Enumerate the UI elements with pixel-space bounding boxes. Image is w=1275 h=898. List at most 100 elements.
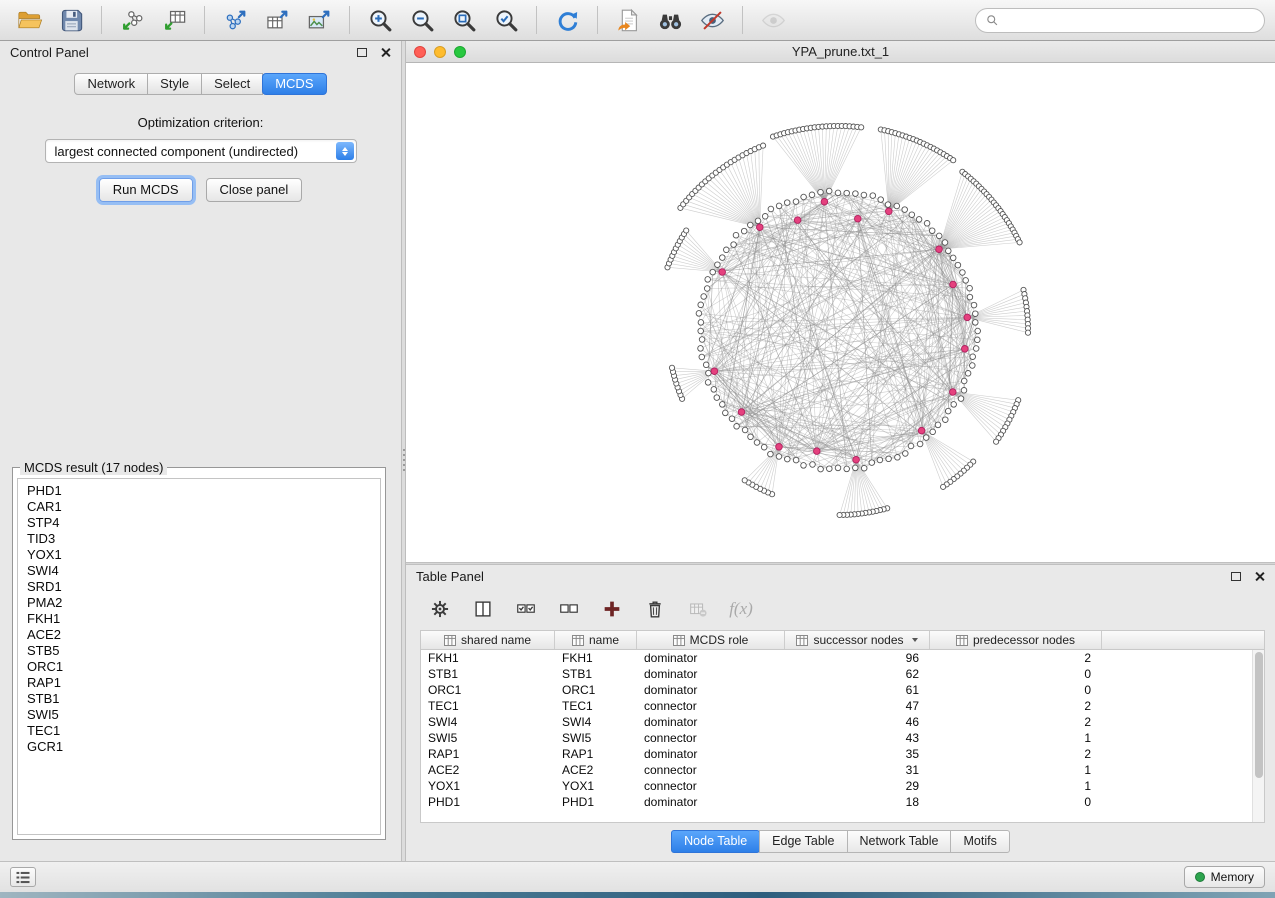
network-hub-node[interactable] [719,269,726,276]
mcds-result-item[interactable]: TID3 [27,531,380,547]
network-node[interactable] [715,262,721,268]
network-node[interactable] [894,203,900,209]
network-node[interactable] [731,242,737,248]
network-node[interactable] [877,457,883,463]
network-node[interactable] [951,402,957,408]
network-node[interactable] [768,206,774,212]
network-node[interactable] [942,240,948,246]
network-node[interactable] [844,190,850,196]
scrollbar-thumb[interactable] [1255,652,1263,778]
network-node[interactable] [793,457,799,463]
tab-motifs[interactable]: Motifs [950,830,1009,853]
network-node[interactable] [963,278,969,284]
network-node[interactable] [776,454,782,460]
table-row[interactable]: ACE2ACE2connector311 [421,762,1264,778]
network-node[interactable] [741,228,747,234]
network-node[interactable] [704,286,710,292]
network-node[interactable] [951,158,956,163]
export-web-page-button[interactable] [609,4,647,36]
deselect-all-checks-button[interactable] [556,596,582,622]
network-hub-node[interactable] [936,246,943,253]
network-window-titlebar[interactable]: YPA_prune.txt_1 [406,41,1275,63]
network-node[interactable] [734,424,740,430]
network-node[interactable] [761,444,767,450]
network-node[interactable] [826,188,832,194]
network-node[interactable] [776,203,782,209]
network-node[interactable] [895,455,901,461]
network-node[interactable] [936,233,942,239]
column-header-shared-name[interactable]: shared name [421,631,555,649]
network-node[interactable] [975,337,981,343]
search-input[interactable] [1005,13,1255,28]
table-row[interactable]: YOX1YOX1connector291 [421,778,1264,794]
network-node[interactable] [684,228,689,233]
close-panel-button[interactable]: Close panel [206,178,303,202]
table-row[interactable]: PHD1PHD1dominator180 [421,794,1264,810]
network-node[interactable] [801,463,807,469]
table-row[interactable]: SWI5SWI5connector431 [421,730,1264,746]
mcds-result-item[interactable]: ACE2 [27,627,380,643]
network-hub-node[interactable] [950,389,957,396]
mcds-result-item[interactable]: RAP1 [27,675,380,691]
network-node[interactable] [853,191,859,197]
tab-select[interactable]: Select [201,73,263,95]
network-hub-node[interactable] [853,456,860,463]
search-find-button[interactable] [651,4,689,36]
network-node[interactable] [1025,330,1030,335]
network-node[interactable] [916,217,922,223]
network-node[interactable] [742,427,748,433]
network-node[interactable] [703,362,709,368]
network-node[interactable] [761,143,766,148]
network-node[interactable] [755,218,761,224]
network-node[interactable] [967,294,973,300]
network-node[interactable] [965,371,971,377]
network-node[interactable] [837,512,842,517]
settings-gear-button[interactable] [427,596,453,622]
network-node[interactable] [748,222,754,228]
network-node[interactable] [960,270,966,276]
mcds-result-item[interactable]: CAR1 [27,499,380,515]
network-node[interactable] [971,302,977,308]
toggle-graphics-details-button[interactable] [693,4,731,36]
mcds-result-item[interactable]: GCR1 [27,739,380,755]
mcds-result-item[interactable]: STP4 [27,515,380,531]
network-node[interactable] [818,466,824,472]
network-node[interactable] [903,451,909,457]
network-node[interactable] [699,337,705,343]
network-node[interactable] [810,462,816,468]
network-hub-node[interactable] [776,444,783,451]
tab-network[interactable]: Network [74,73,148,95]
float-table-panel-icon[interactable] [1231,572,1241,581]
network-node[interactable] [835,190,841,196]
network-node[interactable] [859,125,864,130]
tab-network-table[interactable]: Network Table [847,830,952,853]
network-node[interactable] [917,441,923,447]
network-node[interactable] [945,408,951,414]
network-hub-node[interactable] [757,224,764,231]
add-entry-button[interactable] [599,596,625,622]
network-node[interactable] [886,456,892,462]
close-table-panel-icon[interactable] [1254,571,1265,582]
network-hub-node[interactable] [821,198,828,205]
network-node[interactable] [818,189,824,195]
columns-layout-button[interactable] [470,596,496,622]
network-node[interactable] [929,228,935,234]
network-node[interactable] [861,192,867,198]
zoom-fit-button[interactable] [445,4,483,36]
table-row[interactable]: ORC1ORC1dominator610 [421,682,1264,698]
network-node[interactable] [698,302,704,308]
float-panel-icon[interactable] [357,48,367,57]
network-graph[interactable] [406,63,1275,562]
network-node[interactable] [698,328,704,334]
network-node[interactable] [935,422,941,428]
zoom-selected-button[interactable] [487,4,525,36]
network-node[interactable] [961,388,967,394]
zoom-in-button[interactable] [361,4,399,36]
network-node[interactable] [930,429,936,435]
column-header-name[interactable]: name [555,631,637,649]
mcds-result-item[interactable]: SRD1 [27,579,380,595]
tab-style[interactable]: Style [147,73,202,95]
network-node[interactable] [878,197,884,203]
table-row[interactable]: SWI4SWI4dominator462 [421,714,1264,730]
mcds-result-list[interactable]: PHD1CAR1STP4TID3YOX1SWI4SRD1PMA2FKH1ACE2… [17,478,381,835]
